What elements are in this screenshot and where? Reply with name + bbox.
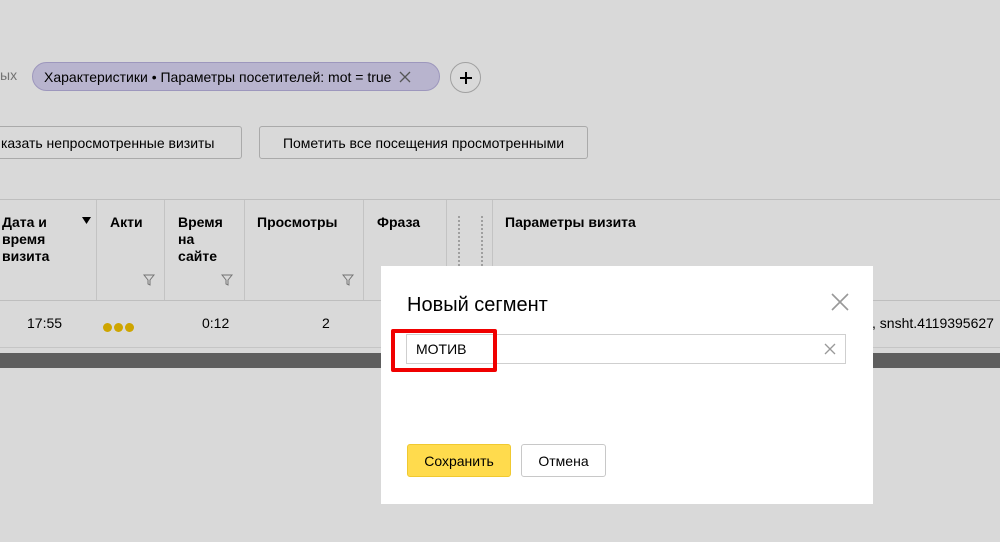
highlight-box	[391, 329, 497, 372]
clear-icon[interactable]	[823, 342, 837, 356]
cancel-button[interactable]: Отмена	[521, 444, 606, 477]
dialog-title: Новый сегмент	[407, 294, 548, 316]
save-button[interactable]: Сохранить	[407, 444, 511, 477]
close-icon[interactable]	[831, 293, 849, 311]
new-segment-dialog: Новый сегмент Сохранить Отмена	[381, 266, 873, 504]
